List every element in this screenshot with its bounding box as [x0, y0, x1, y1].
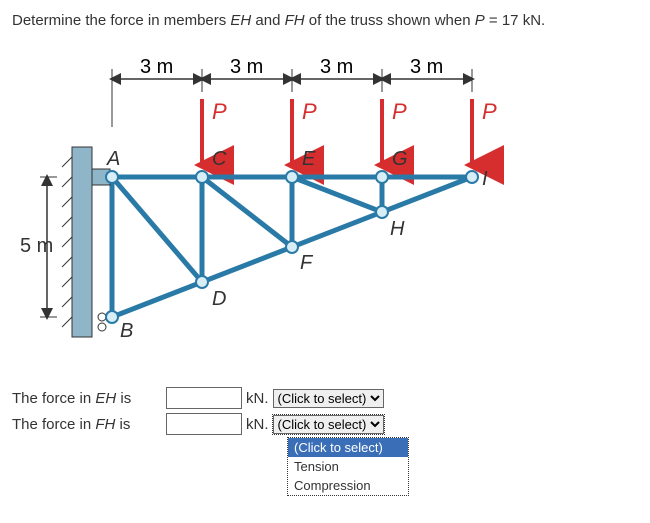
truss-diagram: 5 m 3 m 3 m 3 m 3 m P P P P [12, 37, 542, 357]
dim-2: 3 m [230, 56, 263, 78]
dropdown-option-compression[interactable]: Compression [288, 476, 408, 495]
fh-value-input[interactable] [166, 413, 242, 435]
fh-member: FH [95, 416, 115, 433]
q-prefix: Determine the force in members [12, 12, 230, 29]
node-H: H [390, 218, 405, 240]
eh-label-pre: The force in [12, 390, 95, 407]
q-eq: = 17 kN. [485, 12, 545, 29]
q-mid2: of the truss shown when [305, 12, 475, 29]
node-D: D [212, 288, 226, 310]
eh-label-post: is [116, 390, 131, 407]
fh-label-post: is [115, 416, 130, 433]
answer-row-fh: The force in FH is kN. (Click to select) [12, 413, 638, 435]
node-B: B [120, 320, 133, 342]
q-mid1: and [251, 12, 284, 29]
load-p2: P [302, 99, 317, 124]
dim-3: 3 m [320, 56, 353, 78]
answer-block: The force in EH is kN. (Click to select)… [12, 387, 638, 435]
fh-label-pre: The force in [12, 416, 95, 433]
eh-member: EH [95, 390, 116, 407]
load-p3: P [392, 99, 407, 124]
dim-height: 5 m [20, 235, 53, 257]
q-pvar: P [475, 12, 485, 29]
node-F: F [300, 252, 314, 274]
question-text: Determine the force in members EH and FH… [12, 12, 638, 29]
dropdown-open: (Click to select) Tension Compression [287, 437, 409, 496]
load-p4: P [482, 99, 497, 124]
fh-unit: kN. [246, 416, 269, 433]
load-p1: P [212, 99, 227, 124]
node-A: A [106, 148, 120, 170]
eh-value-input[interactable] [166, 387, 242, 409]
eh-unit: kN. [246, 390, 269, 407]
dim-4: 3 m [410, 56, 443, 78]
fh-type-select[interactable]: (Click to select) [273, 415, 384, 434]
node-E: E [302, 148, 316, 170]
dropdown-option-tension[interactable]: Tension [288, 457, 408, 476]
dim-1: 3 m [140, 56, 173, 78]
node-I: I [482, 168, 488, 190]
eh-type-select[interactable]: (Click to select) [273, 389, 384, 408]
q-member1: EH [230, 12, 251, 29]
node-G: G [392, 148, 408, 170]
node-C: C [212, 148, 227, 170]
answer-row-eh: The force in EH is kN. (Click to select) [12, 387, 638, 409]
dropdown-option-placeholder[interactable]: (Click to select) [288, 438, 408, 457]
q-member2: FH [285, 12, 305, 29]
